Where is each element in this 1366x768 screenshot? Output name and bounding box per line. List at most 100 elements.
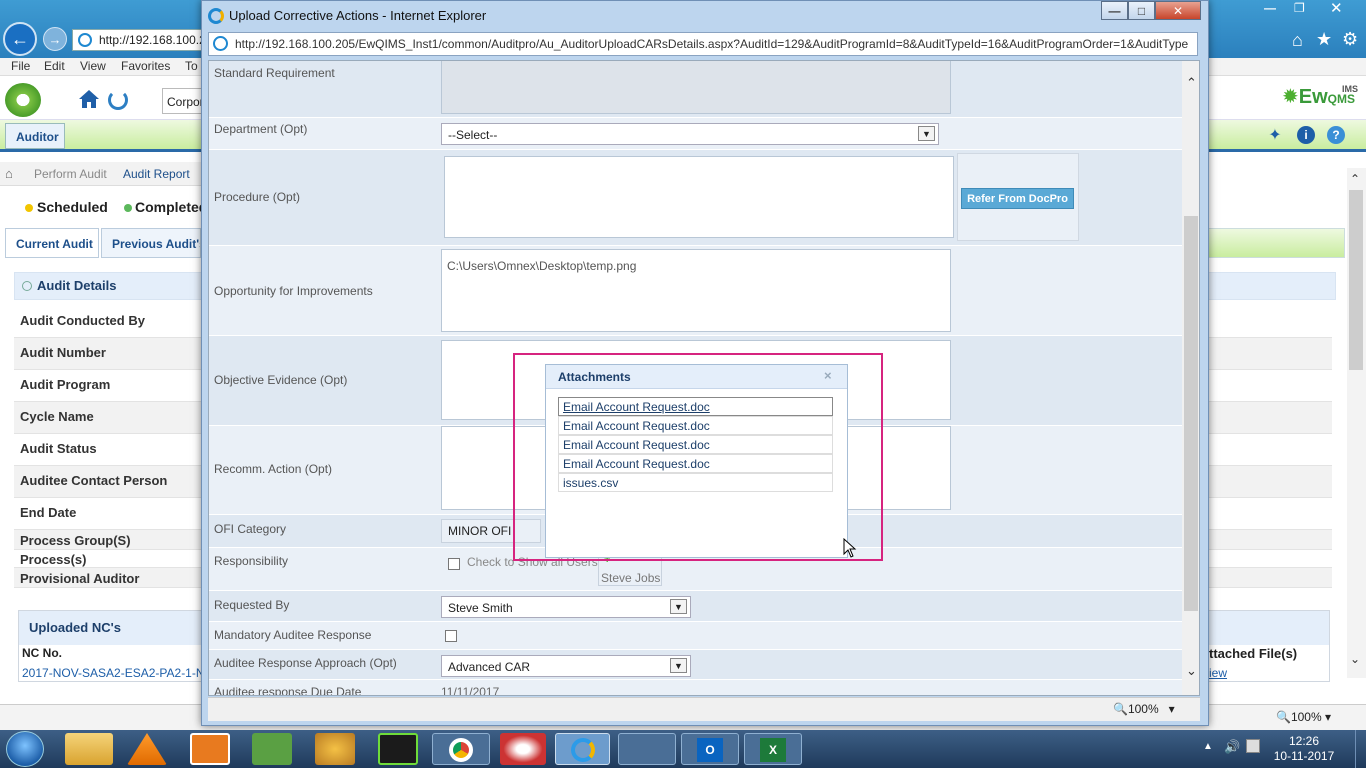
- popup-title: Upload Corrective Actions - Internet Exp…: [229, 8, 487, 23]
- label-ofi-category: OFI Category: [214, 522, 287, 536]
- paint-icon[interactable]: [315, 733, 355, 765]
- outer-close-button[interactable]: ✕: [1330, 0, 1343, 17]
- view-link[interactable]: iew: [1209, 666, 1227, 680]
- refer-from-docpro-button[interactable]: Refer From DocPro: [961, 188, 1074, 209]
- menu-tools[interactable]: To: [185, 59, 198, 73]
- response-approach-select[interactable]: Advanced CAR ▼: [441, 655, 691, 677]
- tray-expand-icon[interactable]: ▲: [1203, 741, 1213, 752]
- forward-button[interactable]: →: [43, 27, 67, 51]
- legend-scheduled: Scheduled: [37, 199, 108, 215]
- outer-minimize-button[interactable]: —: [1264, 1, 1276, 15]
- app-home-icon[interactable]: [78, 88, 100, 110]
- internet-explorer-icon[interactable]: [555, 733, 610, 765]
- row-ofi: Opportunity for Improvements C:\Users\Om…: [209, 246, 1182, 336]
- procedure-textarea[interactable]: [444, 156, 954, 238]
- responsible-user-name: Steve Jobs: [601, 571, 661, 585]
- menu-view[interactable]: View: [80, 59, 106, 73]
- highlight-frame: [513, 353, 883, 561]
- outlook-icon[interactable]: O: [681, 733, 739, 765]
- app-window-icon[interactable]: [618, 733, 676, 765]
- outer-scroll-down-icon[interactable]: ⌄: [1350, 652, 1360, 666]
- breadcrumb-audit-report[interactable]: Audit Report: [123, 167, 190, 181]
- media-player-icon[interactable]: [190, 733, 230, 765]
- response-approach-value: Advanced CAR: [448, 660, 531, 674]
- chevron-down-icon[interactable]: ▼: [670, 658, 687, 673]
- label-ofi: Opportunity for Improvements: [214, 284, 373, 298]
- logo-suffix: QMS: [1327, 92, 1356, 106]
- tab-current-audit[interactable]: Current Audit: [5, 228, 99, 258]
- chevron-down-icon[interactable]: ▼: [670, 599, 687, 614]
- popup-maximize-button[interactable]: □: [1128, 1, 1155, 20]
- outer-scroll-up-icon[interactable]: ⌃: [1350, 172, 1360, 186]
- popup-scroll-up-icon[interactable]: ⌃: [1186, 75, 1197, 91]
- pin-icon[interactable]: ✦: [1266, 126, 1284, 144]
- label-recomm-action: Recomm. Action (Opt): [214, 462, 333, 476]
- back-button[interactable]: ←: [3, 22, 37, 56]
- outer-scroll-thumb[interactable]: [1349, 190, 1363, 370]
- label-standard-requirement: Standard Requirement: [214, 66, 335, 80]
- settings-gear-icon[interactable]: ⚙: [1342, 29, 1358, 50]
- collapse-icon[interactable]: [22, 281, 32, 291]
- file-explorer-icon[interactable]: [65, 733, 113, 765]
- logo-ims: IMS: [1342, 84, 1359, 94]
- label-due-date: Auditee response Due Date: [214, 685, 362, 696]
- show-desktop-button[interactable]: [1355, 730, 1366, 768]
- role-tab-auditor[interactable]: Auditor: [5, 123, 65, 149]
- completed-dot-icon: [124, 204, 132, 212]
- outer-restore-button[interactable]: ❐: [1294, 1, 1305, 15]
- corporate-selector[interactable]: Corpor: [162, 88, 202, 114]
- ofi-textarea[interactable]: C:\Users\Omnex\Desktop\temp.png: [441, 249, 951, 332]
- chevron-down-icon[interactable]: ▼: [918, 126, 935, 141]
- label-requested-by: Requested By: [214, 598, 290, 612]
- department-select[interactable]: --Select-- ▼: [441, 123, 939, 145]
- label-cycle-name: Cycle Name: [20, 409, 94, 424]
- mandatory-response-checkbox[interactable]: [445, 630, 457, 642]
- label-end-date: End Date: [20, 505, 77, 520]
- info-icon[interactable]: i: [1297, 126, 1315, 144]
- nc-no-column: NC No.: [22, 646, 62, 660]
- show-all-users-checkbox[interactable]: [448, 558, 460, 570]
- chart-app-icon[interactable]: [252, 733, 292, 765]
- app-logo-icon[interactable]: [5, 83, 41, 117]
- popup-close-button[interactable]: ✕: [1155, 1, 1201, 20]
- tab-previous-audits[interactable]: Previous Audit's: [101, 228, 201, 258]
- refresh-icon[interactable]: [108, 90, 128, 110]
- menu-favorites[interactable]: Favorites: [121, 59, 170, 73]
- tabs-bar-right: [1205, 228, 1345, 258]
- label-objective-evidence: Objective Evidence (Opt): [214, 373, 348, 387]
- requested-by-select[interactable]: Steve Smith ▼: [441, 596, 691, 618]
- outer-zoom-value: 100%: [1290, 710, 1322, 724]
- label-mandatory-response: Mandatory Auditee Response: [214, 628, 372, 642]
- network-icon[interactable]: [1246, 739, 1260, 753]
- popup-address-bar[interactable]: http://192.168.100.205/EwQIMS_Inst1/comm…: [208, 32, 1198, 56]
- label-process-group: Process Group(S): [20, 533, 131, 548]
- greenshot-icon[interactable]: [378, 733, 418, 765]
- clock-date: 10-11-2017: [1273, 749, 1335, 763]
- help-icon[interactable]: ?: [1327, 126, 1345, 144]
- outer-zoom[interactable]: 🔍100% ▾: [1276, 710, 1331, 724]
- scheduled-dot-icon: [25, 204, 33, 212]
- snipping-tool-icon[interactable]: [500, 733, 546, 765]
- home-icon[interactable]: ⌂: [1292, 30, 1303, 51]
- popup-minimize-button[interactable]: —: [1101, 1, 1128, 20]
- breadcrumb-home-icon[interactable]: ⌂: [5, 166, 13, 181]
- popup-scroll-thumb[interactable]: [1184, 216, 1198, 611]
- chrome-icon[interactable]: [432, 733, 490, 765]
- nc-link[interactable]: 2017-NOV-SASA2-ESA2-PA2-1-NC: [22, 666, 202, 680]
- excel-icon[interactable]: X: [744, 733, 802, 765]
- breadcrumb-perform-audit[interactable]: Perform Audit: [34, 167, 107, 181]
- popup-zoom[interactable]: 🔍100% ▾: [1113, 702, 1175, 716]
- volume-icon[interactable]: 🔊: [1224, 739, 1240, 755]
- department-select-value: --Select--: [448, 128, 498, 142]
- windows-start-icon[interactable]: [6, 731, 44, 767]
- popup-scroll-down-icon[interactable]: ⌄: [1186, 663, 1197, 679]
- favorites-star-icon[interactable]: ★: [1316, 29, 1332, 50]
- attached-files-column: ttached File(s): [1209, 646, 1298, 661]
- menu-file[interactable]: File: [11, 59, 30, 73]
- label-audit-status: Audit Status: [20, 441, 97, 456]
- menu-edit[interactable]: Edit: [44, 59, 65, 73]
- due-date-value: 11/11/2017: [441, 685, 500, 696]
- tray-clock[interactable]: 12:26 10-11-2017: [1262, 734, 1346, 764]
- label-process: Process(s): [20, 552, 87, 567]
- uploaded-ncs-title: Uploaded NC's: [29, 620, 121, 635]
